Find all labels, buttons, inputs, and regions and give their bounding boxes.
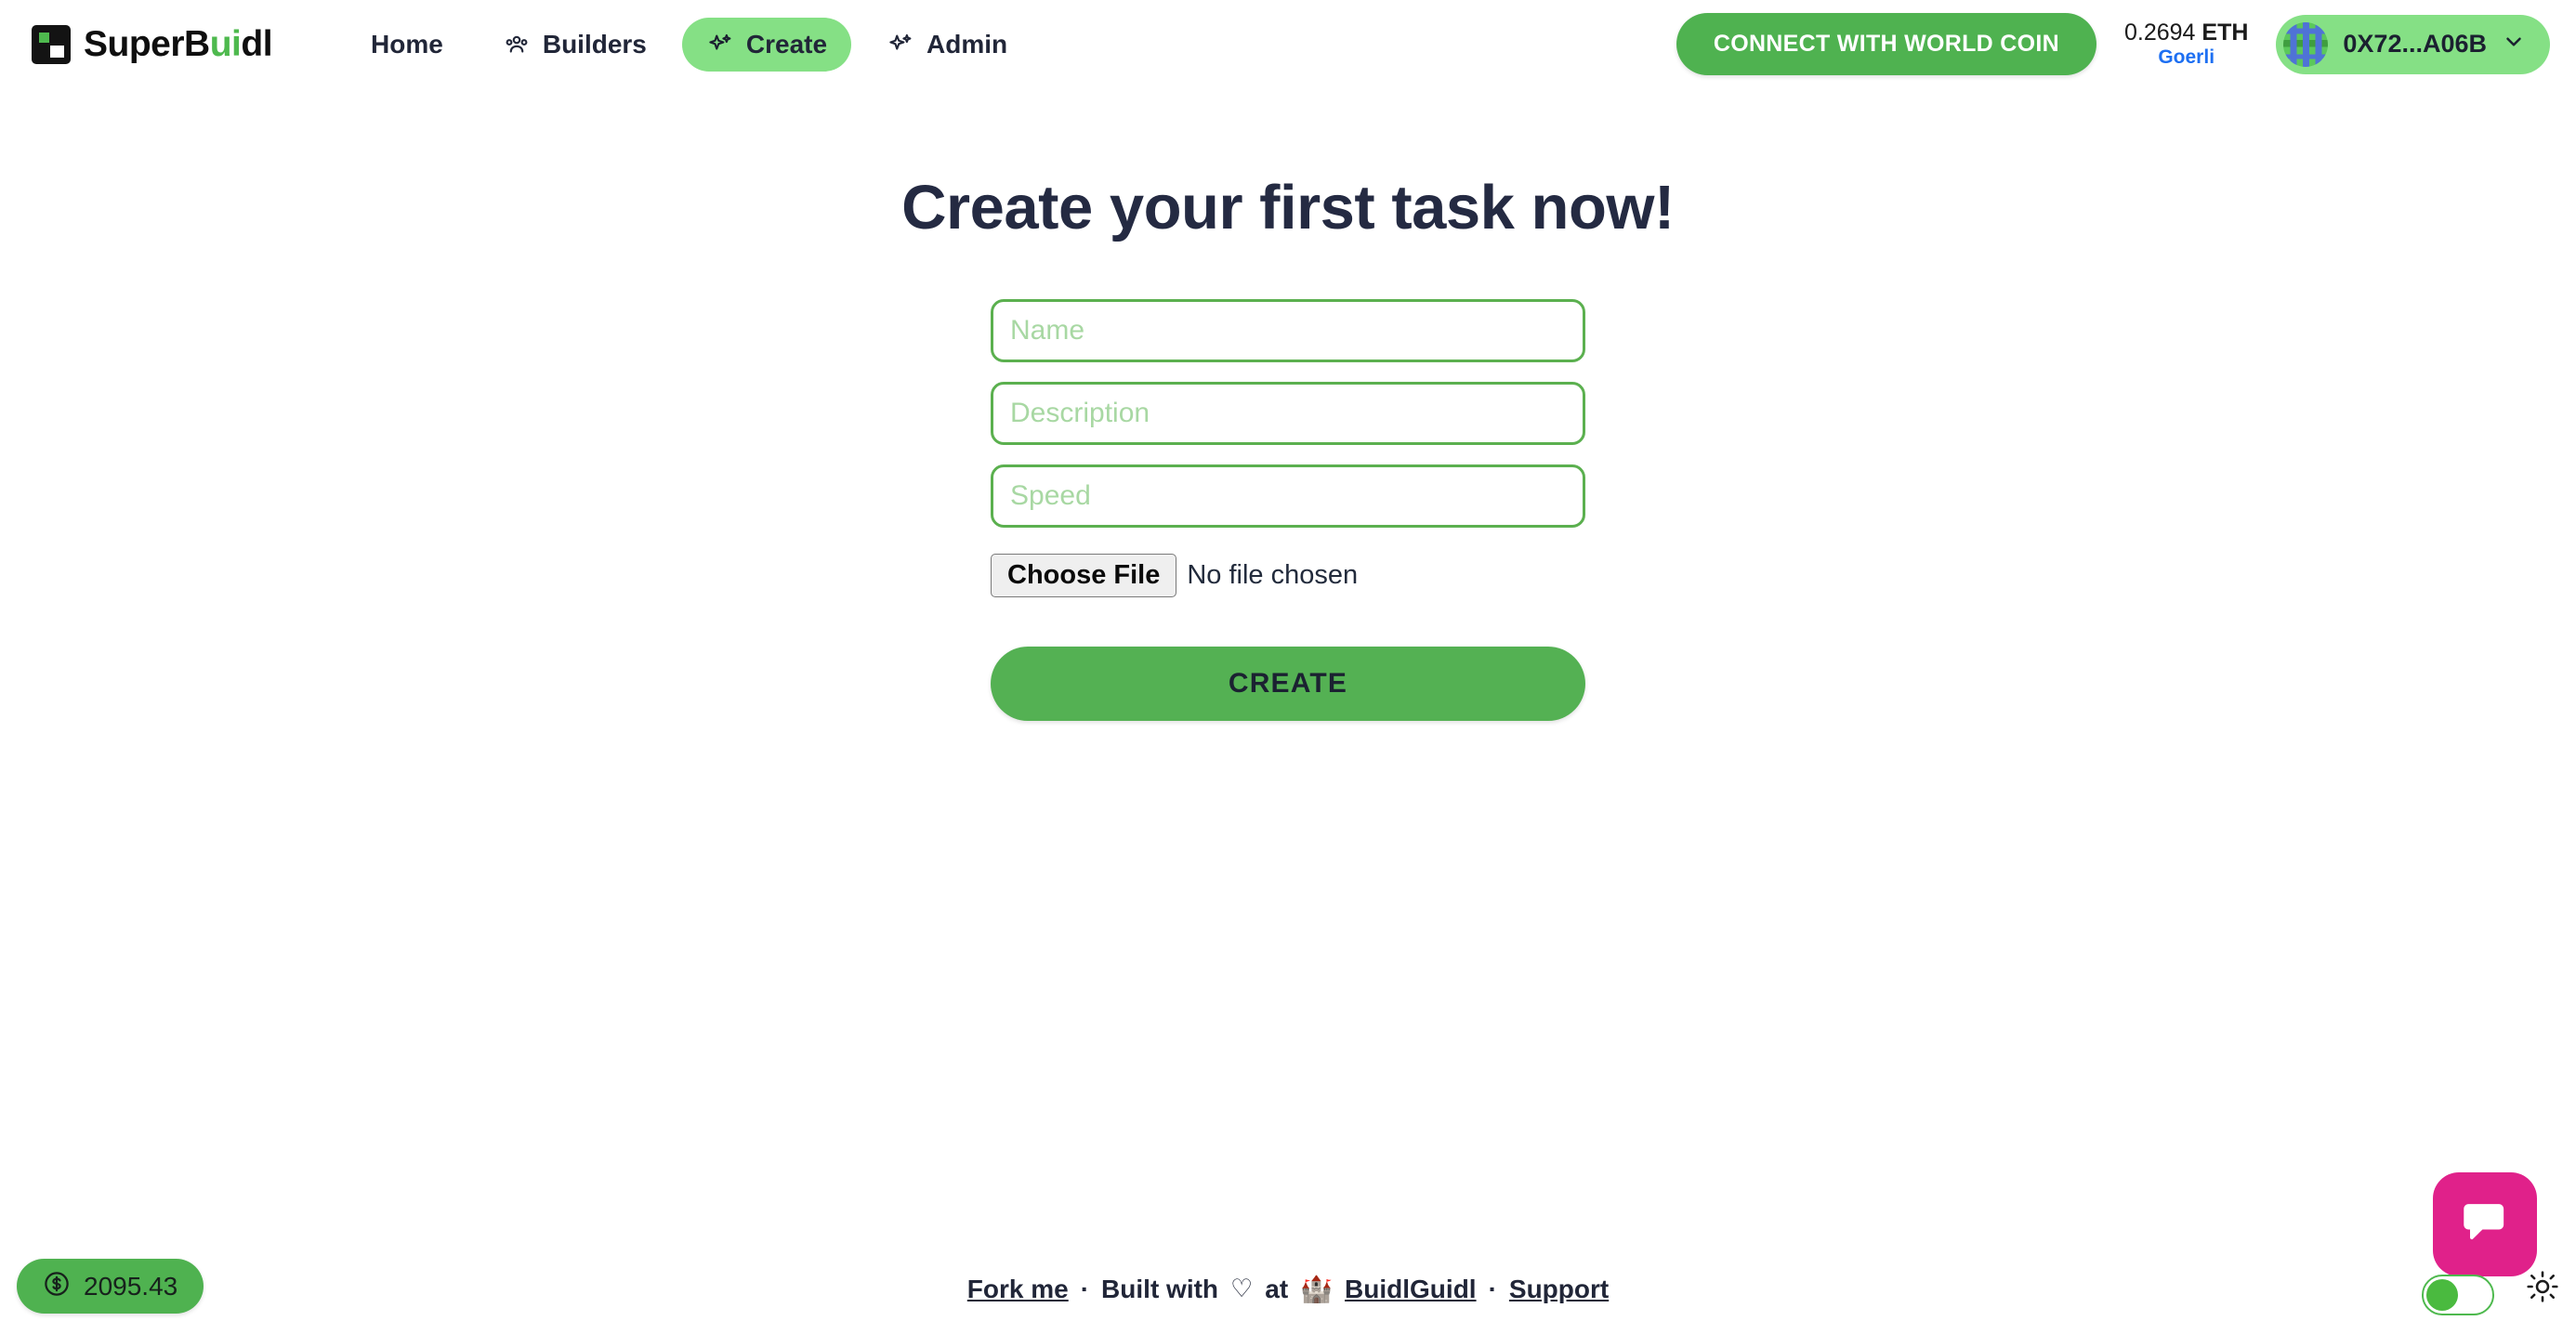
users-icon [503,31,531,59]
heart-icon: ♡ [1230,1275,1254,1302]
faucet-amount-label: 2095.43 [84,1271,178,1301]
name-input[interactable] [991,299,1585,362]
brand-text-part-green: ui [209,23,242,64]
wallet-address-label: 0X72...A06B [2343,30,2487,58]
balance-amount-row: 0.2694 ETH [2124,20,2248,46]
built-with-label: Built with [1101,1274,1219,1303]
brand-text-part-2: dl [241,23,273,64]
blockie-avatar [2283,21,2329,67]
header-right-cluster: CONNECT WITH WORLD COIN 0.2694 ETH Goerl… [1676,13,2550,75]
description-input[interactable] [991,382,1585,445]
speed-input[interactable] [991,464,1585,528]
sparkles-icon [887,31,914,59]
app-header: SuperBuidl Home Builders Create Admin CO… [0,0,2576,88]
nav-item-builders[interactable]: Builders [479,18,671,72]
file-status-label: No file chosen [1187,560,1359,590]
app-footer: 2095.43 Fork me · Built with ♡ at 🏰 Buid… [0,1172,2576,1334]
sparkles-icon [706,31,734,59]
brand-wordmark: SuperBuidl [84,23,273,65]
balance-amount: 0.2694 [2123,20,2196,46]
fork-me-link[interactable]: Fork me [967,1275,1069,1304]
network-label: Goerli [2158,46,2215,68]
nav-item-label: Home [371,29,443,59]
sun-icon[interactable] [2526,1270,2559,1308]
main-nav: Home Builders Create Admin [347,17,1032,72]
footer-separator-1: · [1080,1274,1090,1303]
nav-item-label: Admin [927,29,1008,59]
footer-separator-2: · [1488,1274,1497,1303]
nav-item-admin[interactable]: Admin [862,18,1032,72]
file-upload-row: Choose File No file chosen [991,554,1585,597]
pixel-logo-icon [32,24,71,64]
nav-item-home[interactable]: Home [347,18,467,72]
toggle-knob [2426,1279,2458,1311]
brand-logo[interactable]: SuperBuidl [32,23,273,65]
nav-item-create[interactable]: Create [681,17,852,72]
chat-bubble-icon [2456,1194,2514,1256]
faucet-balance-badge[interactable]: 2095.43 [17,1259,204,1314]
nav-item-label: Create [745,29,828,59]
chat-widget-button[interactable] [2433,1172,2537,1276]
page-title: Create your first task now! [901,173,1675,242]
connect-worldcoin-button[interactable]: CONNECT WITH WORLD COIN [1676,13,2096,75]
at-label: at [1265,1274,1289,1303]
wallet-balance: 0.2694 ETH Goerli [2124,20,2248,69]
support-link[interactable]: Support [1509,1275,1609,1304]
nav-item-label: Builders [542,29,647,59]
chevron-down-icon [2502,30,2526,59]
wallet-address-dropdown[interactable]: 0X72...A06B [2276,14,2550,74]
buidlguidl-link[interactable]: BuidlGuidl [1345,1275,1477,1304]
choose-file-button[interactable]: Choose File [991,554,1177,597]
create-submit-button[interactable]: CREATE [991,647,1585,721]
brand-text-part-1: SuperB [84,23,210,64]
main-content: Create your first task now! Choose File … [0,88,2576,1259]
castle-icon: 🏰 [1300,1275,1334,1303]
footer-links: Fork me · Built with ♡ at 🏰 BuidlGuidl ·… [967,1274,1609,1304]
balance-unit: ETH [2201,20,2249,46]
dollar-circle-icon [43,1270,71,1302]
create-task-form: Choose File No file chosen CREATE [991,299,1585,721]
theme-toggle-switch[interactable] [2422,1275,2494,1315]
